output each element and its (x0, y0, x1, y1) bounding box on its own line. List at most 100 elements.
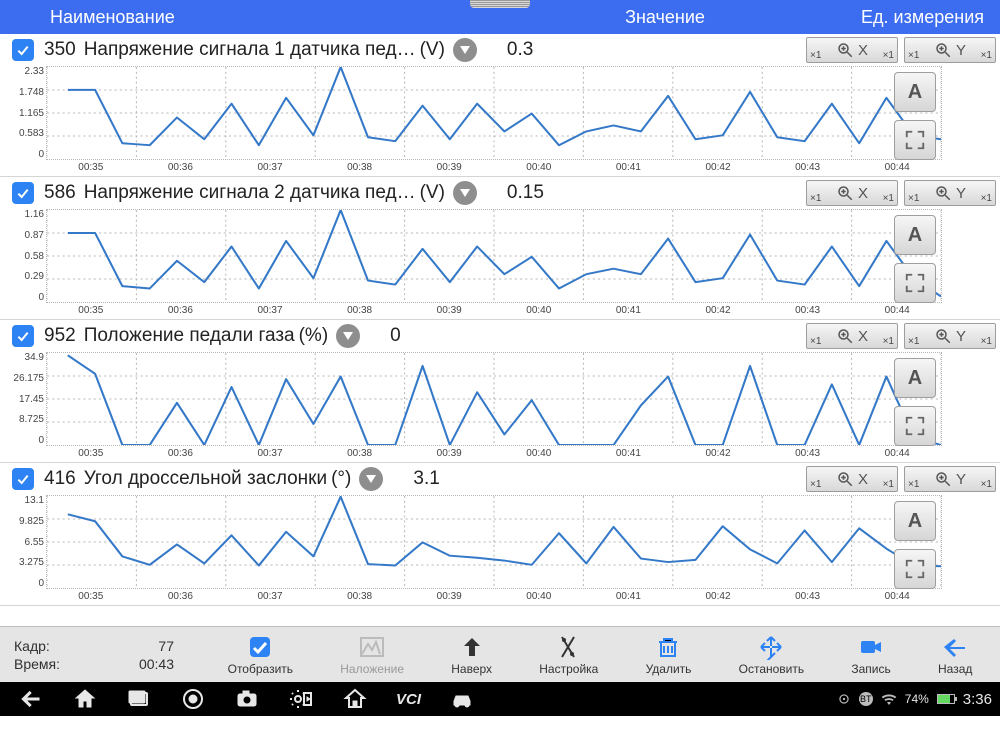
zoom-y-button[interactable]: ×1Y×1 (904, 466, 996, 492)
footer-btn-label: Настройка (539, 662, 598, 676)
dropdown-icon[interactable] (359, 467, 383, 491)
autoscale-button[interactable]: A (894, 215, 936, 255)
footer-info: Кадр:77 Время:00:43 (4, 637, 204, 673)
fullscreen-button[interactable] (894, 120, 936, 160)
autoscale-button[interactable]: A (894, 501, 936, 541)
footer-top-button[interactable]: Наверх (451, 633, 492, 676)
footer-back-button[interactable]: Назад (938, 633, 972, 676)
chart-panel: 416Угол дроссельной заслонки(°)3.1×1X×1×… (0, 463, 1000, 606)
param-value: 0 (390, 325, 510, 347)
magnifier-icon (836, 184, 854, 202)
col-value: Значение (550, 7, 780, 28)
footer-toolbar: Кадр:77 Время:00:43 Отобразить Наложение Н… (0, 626, 1000, 682)
android-navbar: VCI BT 74% 3:36 (0, 682, 1000, 716)
param-name: Напряжение сигнала 2 датчика пед… (84, 182, 416, 204)
time-label: Время: (14, 655, 124, 673)
back-icon (941, 633, 969, 661)
footer-record-button[interactable]: Запись (851, 633, 890, 676)
pid-code: 350 (44, 39, 76, 61)
settings-icon (555, 633, 583, 661)
zoom-y-button[interactable]: ×1Y×1 (904, 37, 996, 63)
gps-icon (837, 692, 851, 706)
zoom-y-button[interactable]: ×1Y×1 (904, 323, 996, 349)
footer-settings-button[interactable]: Настройка (539, 633, 598, 676)
y-axis-labels: 1.160.870.580.290 (2, 209, 44, 303)
pid-code: 952 (44, 325, 76, 347)
x-axis-labels: 00:3500:3600:3700:3800:3900:4000:4100:42… (46, 305, 942, 317)
y-axis-labels: 2.331.7481.1650.5830 (2, 66, 44, 160)
checkbox[interactable] (12, 182, 34, 204)
plot-area[interactable] (46, 352, 942, 446)
nav-camera-icon[interactable] (234, 686, 260, 712)
zoom-y-button[interactable]: ×1Y×1 (904, 180, 996, 206)
stop-icon (757, 633, 785, 661)
footer-delete-button[interactable]: Удалить (646, 633, 692, 676)
nav-vci-icon[interactable]: VCI (396, 686, 421, 712)
nav-back-icon[interactable] (18, 686, 44, 712)
wifi-icon (881, 693, 897, 705)
dropdown-icon[interactable] (453, 181, 477, 205)
param-name: Положение педали газа (84, 325, 295, 347)
y-axis-labels: 13.19.8256.553.2750 (2, 495, 44, 589)
nav-recent-icon[interactable] (126, 686, 152, 712)
chart-panel: 350 Напряжение сигнала 1 датчика пед…(V) 0… (0, 34, 1000, 177)
footer-btn-label: Наложение (340, 662, 404, 676)
magnifier-icon (836, 41, 854, 59)
time-value: 00:43 (124, 655, 174, 673)
fullscreen-button[interactable] (894, 263, 936, 303)
zoom-x-button[interactable]: ×1X×1 (806, 37, 898, 63)
autoscale-button[interactable]: A (894, 358, 936, 398)
magnifier-icon (934, 41, 952, 59)
nav-brightness-icon[interactable] (288, 686, 314, 712)
top-icon (458, 633, 486, 661)
zoom-x-button[interactable]: ×1X×1 (806, 323, 898, 349)
param-value: 0.3 (507, 39, 627, 61)
checkbox[interactable] (12, 468, 34, 490)
dropdown-icon[interactable] (453, 38, 477, 62)
magnifier-icon (836, 327, 854, 345)
param-unit: (V) (420, 39, 445, 61)
pid-code: 586 (44, 182, 76, 204)
pid-code: 416 (44, 468, 76, 490)
footer-show-button[interactable]: Отобразить (228, 633, 293, 676)
x-axis-labels: 00:3500:3600:3700:3800:3900:4000:4100:42… (46, 448, 942, 460)
magnifier-icon (934, 184, 952, 202)
fullscreen-button[interactable] (894, 549, 936, 589)
magnifier-icon (934, 470, 952, 488)
record-icon (857, 633, 885, 661)
frame-label: Кадр: (14, 637, 124, 655)
fullscreen-button[interactable] (894, 406, 936, 446)
chart-panel: 952Положение педали газа(%)0×1X×1×1Y×134… (0, 320, 1000, 463)
param-value: 0.15 (507, 182, 627, 204)
clock: 3:36 (963, 691, 992, 708)
y-axis-labels: 34.926.17517.458.7250 (2, 352, 44, 446)
plot-area[interactable] (46, 495, 942, 589)
show-icon (246, 633, 274, 661)
footer-btn-label: Запись (851, 662, 890, 676)
checkbox[interactable] (12, 39, 34, 61)
magnifier-icon (836, 470, 854, 488)
zoom-x-button[interactable]: ×1X×1 (806, 466, 898, 492)
zoom-x-button[interactable]: ×1X×1 (806, 180, 898, 206)
footer-btn-label: Назад (938, 662, 972, 676)
x-axis-labels: 00:3500:3600:3700:3800:3900:4000:4100:42… (46, 162, 942, 174)
autoscale-button[interactable]: A (894, 72, 936, 112)
overlay-icon (358, 633, 386, 661)
chart-panels: 350 Напряжение сигнала 1 датчика пед…(V) 0… (0, 34, 1000, 626)
window-grabber[interactable] (0, 0, 1000, 8)
plot-area[interactable] (46, 209, 942, 303)
footer-stop-button[interactable]: Остановить (739, 633, 805, 676)
nav-app-icon[interactable] (342, 686, 368, 712)
plot-area[interactable] (46, 66, 942, 160)
footer-overlay-button[interactable]: Наложение (340, 633, 404, 676)
chart-panel: 586Напряжение сигнала 2 датчика пед…(V)0… (0, 177, 1000, 320)
nav-chrome-icon[interactable] (180, 686, 206, 712)
nav-car-icon[interactable] (449, 686, 475, 712)
status-tray: BT 74% 3:36 (837, 691, 1000, 708)
footer-btn-label: Наверх (451, 662, 492, 676)
param-unit: (°) (331, 468, 351, 490)
checkbox[interactable] (12, 325, 34, 347)
param-name: Напряжение сигнала 1 датчика пед… (84, 39, 416, 61)
nav-home-icon[interactable] (72, 686, 98, 712)
dropdown-icon[interactable] (336, 324, 360, 348)
